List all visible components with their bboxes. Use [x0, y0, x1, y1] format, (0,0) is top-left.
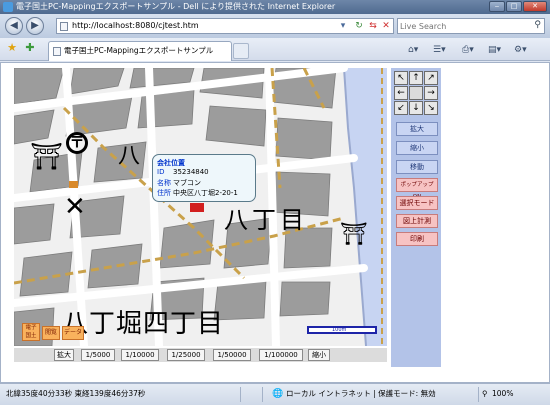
pan-southeast-button[interactable]: ↘: [424, 101, 438, 115]
status-zoom[interactable]: 100%: [492, 384, 513, 404]
view-button[interactable]: 閲覧: [42, 326, 60, 340]
scale-zoom-out-button[interactable]: 縮小: [308, 349, 330, 361]
pan-northwest-button[interactable]: ↖: [394, 71, 408, 85]
zoom-out-button[interactable]: 縮小: [396, 141, 438, 155]
shrine-symbol-right: ⛩: [340, 222, 368, 247]
status-coordinates: 北緯35度40分33秒 東経139度46分37秒: [6, 389, 146, 398]
search-box[interactable]: ⚲: [397, 18, 545, 34]
tab-bar: ★ ✚ 電子国土PC-Mappingエクスポートサンプル ⌂▾ ☰▾ ⎙▾ ▤▾…: [0, 38, 550, 61]
pan-northeast-button[interactable]: ↗: [424, 71, 438, 85]
map-label-hachi: 八: [118, 144, 141, 169]
status-zone[interactable]: ローカル イントラネット | 保護モード: 無効: [286, 384, 436, 404]
map-label-x: ✕: [64, 192, 86, 222]
search-input[interactable]: [400, 20, 528, 32]
back-button[interactable]: ◀: [5, 17, 23, 35]
scale-button-bar: 拡大 1/5000 1/10000 1/25000 1/50000 1/1000…: [14, 348, 387, 362]
pan-mode-button[interactable]: 移動: [396, 160, 438, 174]
pan-north-button[interactable]: ↑: [409, 71, 423, 85]
measure-button[interactable]: 図上計測: [396, 214, 438, 228]
zoom-in-button[interactable]: 拡大: [396, 122, 438, 136]
map-label-hacchome: 八丁目: [224, 206, 308, 234]
window-title: 電子国土PC-Mappingエクスポートサンプル - Dell により提供された…: [16, 2, 336, 11]
pan-southwest-button[interactable]: ↙: [394, 101, 408, 115]
intranet-globe-icon: 🌐: [272, 389, 284, 399]
scale-10000-button[interactable]: 1/10000: [121, 349, 159, 361]
status-separator: [478, 387, 479, 402]
pan-south-button[interactable]: ↓: [409, 101, 423, 115]
scale-50000-button[interactable]: 1/50000: [213, 349, 251, 361]
window-titlebar: 電子国土PC-Mappingエクスポートサンプル - Dell により提供された…: [0, 0, 550, 14]
popup-toggle-button[interactable]: ポップアップON: [396, 178, 438, 200]
pan-east-button[interactable]: →: [424, 86, 438, 100]
denshi-kokudo-button[interactable]: 電子国土: [22, 323, 40, 341]
status-separator: [262, 387, 263, 402]
info-balloon: 会社位置 ID 35234840 名称 マブコン 住所 中央区八丁堀2-20-1: [152, 154, 256, 202]
url-text[interactable]: http://localhost:8080/cjtest.htm: [72, 19, 199, 33]
refresh-icon[interactable]: ↻: [353, 20, 365, 32]
map-control-panel: ↖ ↑ ↗ ← → ↙ ↓ ↘ 拡大 縮小 移動 ポップアップON 選択モード …: [391, 68, 441, 367]
page-menu-icon[interactable]: ▤▾: [488, 44, 501, 56]
status-bar: 北緯35度40分33秒 東経139度46分37秒 🌐 ローカル イントラネット …: [0, 383, 550, 405]
dropdown-icon[interactable]: ▾: [337, 20, 349, 32]
scale-100000-button[interactable]: 1/100000: [259, 349, 303, 361]
tab-page-icon: [53, 47, 61, 56]
scale-zoom-in-button[interactable]: 拡大: [54, 349, 74, 361]
page-icon: [60, 22, 68, 31]
scale-5000-button[interactable]: 1/5000: [81, 349, 115, 361]
ie-app-icon: [3, 2, 13, 12]
forward-button[interactable]: ▶: [26, 17, 44, 35]
data-button[interactable]: データ: [62, 326, 84, 340]
company-marker-icon: [190, 203, 204, 212]
home-icon[interactable]: ⌂▾: [408, 44, 418, 56]
page-content: ⛩ 〒 八 ✕ 八丁目 ⛩ 八丁堀四丁目 会社位置 ID 35234840 名称…: [0, 62, 550, 383]
stop-icon[interactable]: ✕: [380, 20, 392, 32]
select-mode-button[interactable]: 選択モード: [396, 196, 438, 210]
add-favorite-icon[interactable]: ✚: [24, 42, 36, 54]
zoom-magnifier-icon: ⚲: [482, 389, 488, 398]
balloon-key-id: ID: [157, 168, 165, 176]
scale-label: 100m: [332, 327, 347, 333]
maximize-button[interactable]: □: [506, 1, 522, 12]
balloon-value-name: マブコン: [173, 179, 201, 187]
tab-label: 電子国土PC-Mappingエクスポートサンプル: [64, 46, 214, 55]
tools-gear-icon[interactable]: ⚙▾: [514, 44, 527, 56]
feeds-icon[interactable]: ☰▾: [433, 44, 446, 56]
address-box[interactable]: http://localhost:8080/cjtest.htm ▾ ↻ ⇆ ✕: [56, 18, 394, 34]
minimize-button[interactable]: ‒: [489, 1, 505, 12]
search-icon[interactable]: ⚲: [534, 20, 541, 30]
map-label-hacchobori-4: 八丁堀四丁目: [62, 309, 225, 339]
compat-icon[interactable]: ⇆: [367, 20, 379, 32]
map-canvas[interactable]: ⛩ 〒 八 ✕ 八丁目 ⛩ 八丁堀四丁目 会社位置 ID 35234840 名称…: [14, 68, 387, 346]
post-office-symbol: 〒: [66, 132, 88, 154]
balloon-title: 会社位置: [157, 159, 185, 167]
tab-active[interactable]: 電子国土PC-Mappingエクスポートサンプル: [48, 41, 232, 61]
print-button[interactable]: 印刷: [396, 232, 438, 246]
favorites-star-icon[interactable]: ★: [6, 42, 18, 54]
balloon-value-id: 35234840: [173, 168, 209, 176]
close-button[interactable]: ✕: [523, 1, 547, 12]
balloon-value-address: 中央区八丁堀2-20-1: [173, 189, 238, 197]
address-toolbar: ◀ ▶ http://localhost:8080/cjtest.htm ▾ ↻…: [0, 14, 550, 38]
pan-west-button[interactable]: ←: [394, 86, 408, 100]
balloon-key-address: 住所: [157, 189, 171, 197]
new-tab-button[interactable]: [233, 43, 249, 59]
window-controls: ‒ □ ✕: [489, 1, 547, 12]
balloon-key-name: 名称: [157, 179, 171, 187]
print-icon[interactable]: ⎙▾: [462, 44, 474, 56]
pan-center: [409, 86, 423, 100]
scale-25000-button[interactable]: 1/25000: [167, 349, 205, 361]
shrine-symbol-left: ⛩: [30, 142, 64, 172]
status-separator: [240, 387, 241, 402]
